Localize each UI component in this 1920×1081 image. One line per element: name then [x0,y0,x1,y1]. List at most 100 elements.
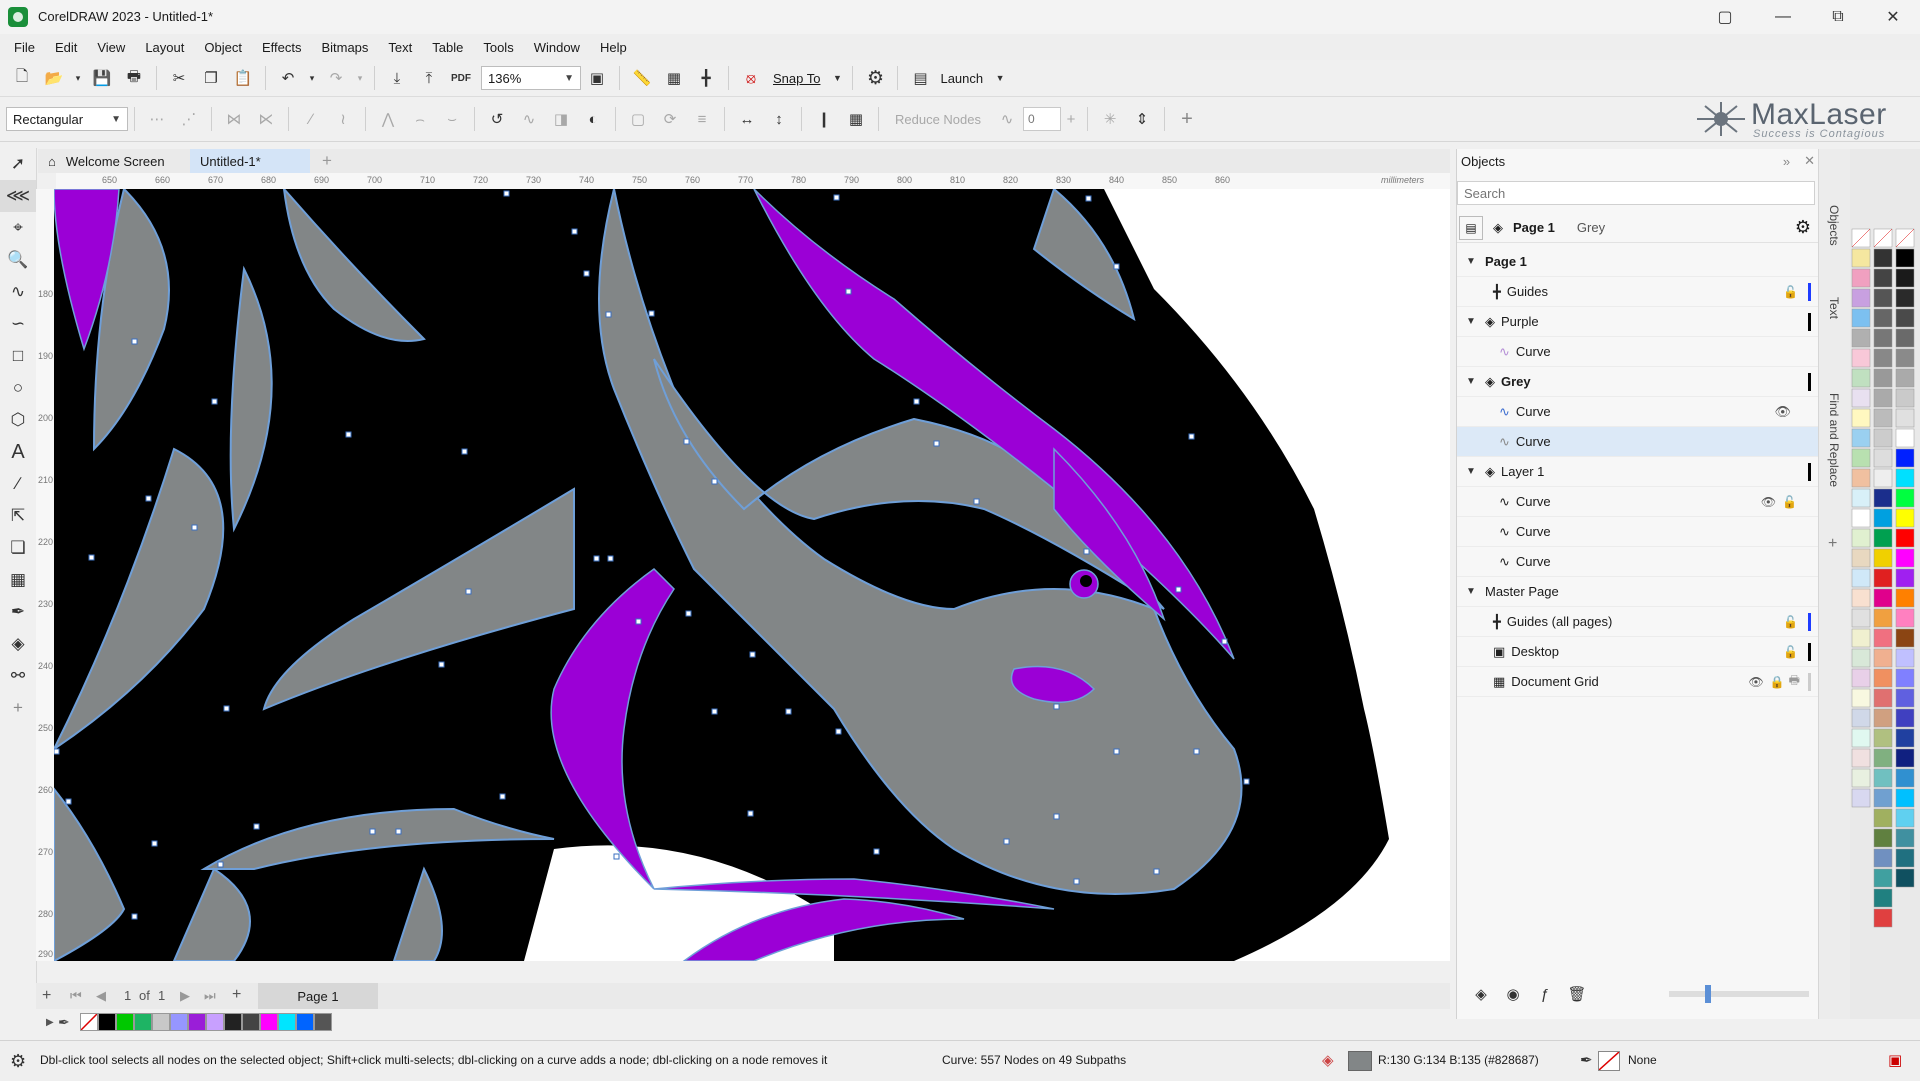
outline-pen-icon[interactable]: ✒ [1580,1051,1593,1069]
lock-icon[interactable]: 🔓 [1783,615,1798,629]
close-window-button[interactable]: ✕ [1870,0,1916,34]
outline-color-swatch[interactable] [1598,1051,1620,1071]
fill-bucket-icon[interactable]: ◈ [1322,1051,1334,1069]
snap-off-icon[interactable]: ⦻ [738,65,764,91]
connector-tool-icon[interactable]: ⇱ [0,500,36,532]
expand-triangle-icon[interactable]: ▼ [1463,256,1479,267]
align-nodes-icon[interactable]: ≡ [689,106,715,132]
page-1-tab[interactable]: Page 1 [258,983,378,1009]
snap-dropdown-icon[interactable]: ▼ [831,65,843,91]
cut-icon[interactable]: ✂ [166,65,192,91]
break-curve-icon[interactable]: ⋉ [253,106,279,132]
side-tab-objects[interactable]: Objects [1827,205,1841,246]
color-swatch[interactable] [116,1013,134,1031]
restore-button[interactable]: ⧉ [1815,0,1861,34]
menu-view[interactable]: View [97,40,125,55]
tab-welcome-screen[interactable]: ⌂ Welcome Screen [38,149,188,173]
minimize-button[interactable]: — [1760,0,1806,34]
publish-pdf-icon[interactable]: PDF [448,65,474,91]
docker-page-selector[interactable]: ▤ ◈ Page 1 Grey ⚙ [1457,213,1819,243]
dimension-tool-icon[interactable]: ∕ [0,468,36,500]
last-page-icon[interactable]: ⏭ [204,988,216,1004]
hidden-eye-icon[interactable]: 👁 [1774,404,1791,420]
hidden-eye-icon[interactable]: 👁 [1761,495,1776,509]
open-dropdown-icon[interactable]: ▾ [73,65,83,91]
freehand-tool-icon[interactable]: ∿ [0,276,36,308]
curve-smoothness-icon[interactable]: ∿ [994,106,1020,132]
open-icon[interactable]: 📂 [41,65,67,91]
import-icon[interactable]: ⤓ [384,65,410,91]
expand-triangle-icon[interactable]: ▼ [1463,376,1479,387]
status-color-mode-icon[interactable]: ▣ [1888,1051,1902,1069]
rotate-nodes-icon[interactable]: ⟳ [657,106,683,132]
menu-table[interactable]: Table [432,40,463,55]
color-swatch[interactable] [242,1013,260,1031]
menu-text[interactable]: Text [388,40,412,55]
tree-row-curve-selected[interactable]: ∿ Curve [1457,427,1819,457]
close-curve-icon[interactable]: ◐ [580,106,606,132]
reverse-direction-icon[interactable]: ↺ [484,106,510,132]
mirror-vertical-icon[interactable]: ↕ [766,106,792,132]
new-master-layer-icon[interactable]: ◉ [1500,981,1526,1007]
vertical-ruler[interactable]: 180 190 200 210 220 230 240 250 260 270 … [36,189,55,961]
lock-icon[interactable]: 🔓 [1783,285,1798,299]
panther-eye[interactable] [1069,569,1099,599]
undo-dropdown-icon[interactable]: ▾ [307,65,317,91]
tree-row-curve[interactable]: ∿ Curve 👁 🔓 [1457,487,1819,517]
delete-node-icon[interactable]: ⋰ [176,106,202,132]
lock-icon[interactable]: 🔓 [1783,645,1798,659]
color-swatch[interactable] [134,1013,152,1031]
transparency-tool-icon[interactable]: ▦ [0,564,36,596]
reduce-nodes-button[interactable]: Reduce Nodes [895,112,981,127]
drop-shadow-tool-icon[interactable]: ❏ [0,532,36,564]
color-swatch[interactable] [152,1013,170,1031]
zoom-tool-icon[interactable]: 🔍 [0,244,36,276]
palette-swatches[interactable] [1850,149,1920,1019]
ellipse-tool-icon[interactable]: ○ [0,372,36,404]
print-disabled-icon[interactable]: 🖶 [1789,671,1800,692]
options-gear-icon[interactable]: ⚙ [862,65,888,91]
tree-row-document-grid[interactable]: ▦ Document Grid 👁 🔒 🖶 [1457,667,1819,697]
extract-subpath-icon[interactable]: ◨ [548,106,574,132]
lock-icon[interactable]: 🔓 [1782,495,1797,509]
status-gear-icon[interactable]: ⚙ [10,1051,26,1072]
panther-artwork[interactable] [54,189,1450,961]
objects-search-input[interactable] [1457,181,1815,205]
show-rulers-icon[interactable]: 📏 [629,65,655,91]
show-node-handles-icon[interactable]: ⇕ [1129,106,1155,132]
smoothness-plus-icon[interactable]: + [1064,106,1078,132]
tree-row-curve[interactable]: ∿ Curve 👁 [1457,397,1819,427]
tree-row-guides-all-pages[interactable]: ╋ Guides (all pages) 🔓 [1457,607,1819,637]
polygon-tool-icon[interactable]: ⬡ [0,404,36,436]
paste-icon[interactable]: 📋 [230,65,256,91]
to-curve-icon[interactable]: ≀ [330,106,356,132]
smooth-node-icon[interactable]: ⌢ [407,106,433,132]
menu-effects[interactable]: Effects [262,40,302,55]
to-line-icon[interactable]: ∕ [298,106,324,132]
color-swatch[interactable] [188,1013,206,1031]
color-swatch[interactable] [206,1013,224,1031]
eyedropper-icon[interactable]: ✒ [58,1014,80,1031]
redo-dropdown-icon[interactable]: ▾ [355,65,365,91]
tree-row-curve[interactable]: ∿ Curve [1457,547,1819,577]
tree-row-curve[interactable]: ∿ Curve [1457,337,1819,367]
menu-file[interactable]: File [14,40,35,55]
extend-curve-icon[interactable]: ∿ [516,106,542,132]
hidden-eye-icon[interactable]: 👁 [1748,675,1763,689]
menu-help[interactable]: Help [600,40,627,55]
horizontal-ruler[interactable]: 650 660 670 680 690 700 710 720 730 740 … [56,173,1450,190]
menu-bitmaps[interactable]: Bitmaps [321,40,368,55]
color-swatch[interactable] [98,1013,116,1031]
snap-to-label[interactable]: Snap To [773,71,820,86]
add-control-plus-icon[interactable]: + [1174,106,1200,132]
next-page-icon[interactable]: ▶ [180,988,190,1004]
color-swatch[interactable] [296,1013,314,1031]
launch-icon[interactable]: ▤ [907,65,933,91]
page-selector-icon[interactable]: ▤ [1459,215,1483,240]
launch-label[interactable]: Launch [940,71,983,86]
menu-object[interactable]: Object [204,40,242,55]
launch-dropdown-icon[interactable]: ▼ [994,65,1006,91]
docker-collapse-icon[interactable]: » [1783,154,1790,169]
eyedropper-tool-icon[interactable]: ✒ [0,596,36,628]
undo-icon[interactable]: ↶ [275,65,301,91]
